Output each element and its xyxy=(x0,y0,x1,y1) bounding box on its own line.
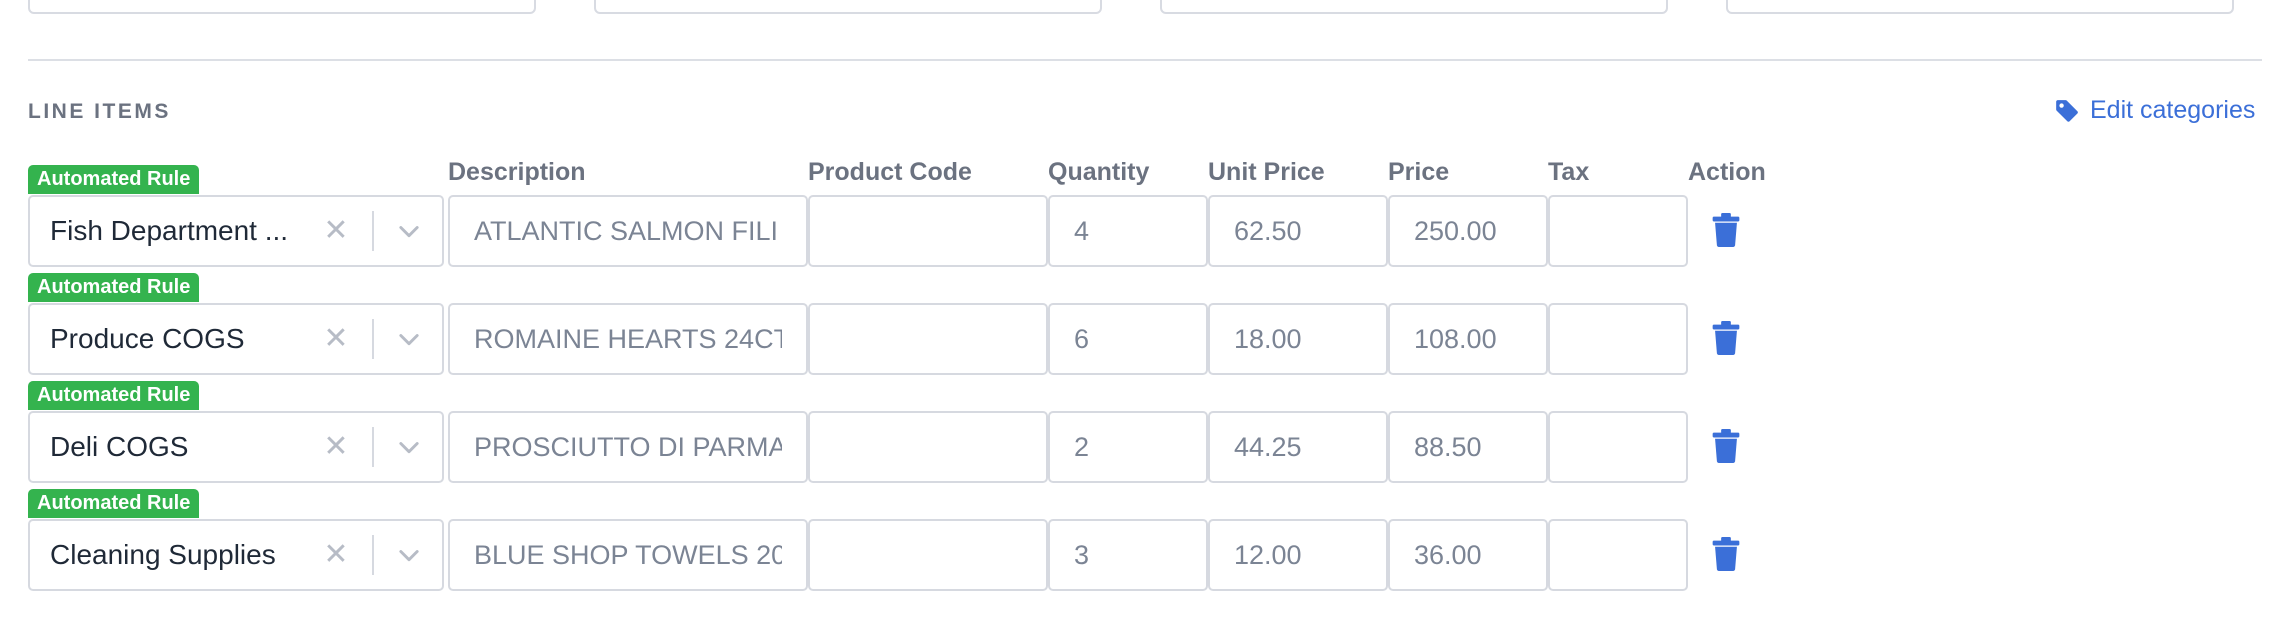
unit-price-field[interactable] xyxy=(1208,195,1388,267)
automated-rule-badge: Automated Rule xyxy=(28,165,200,194)
quantity-field[interactable] xyxy=(1048,519,1208,591)
edit-categories-link[interactable]: Edit categories xyxy=(2054,96,2255,125)
price-field[interactable] xyxy=(1388,411,1548,483)
unit-price-input[interactable] xyxy=(1210,521,1386,589)
trash-icon[interactable] xyxy=(1711,213,1741,247)
description-input[interactable] xyxy=(450,521,806,589)
tax-field[interactable] xyxy=(1548,303,1688,375)
clear-x-icon[interactable]: ✕ xyxy=(320,539,352,571)
quantity-input[interactable] xyxy=(1050,413,1206,481)
tax-input[interactable] xyxy=(1550,197,1686,265)
product-code-field[interactable] xyxy=(808,195,1048,267)
quantity-field[interactable] xyxy=(1048,195,1208,267)
trash-icon[interactable] xyxy=(1711,429,1741,463)
select-separator xyxy=(372,211,374,251)
price-field[interactable] xyxy=(1388,195,1548,267)
category-select[interactable]: Fish Department ... ✕ xyxy=(28,195,444,267)
product-code-input[interactable] xyxy=(810,413,1046,481)
product-code-input[interactable] xyxy=(810,521,1046,589)
section-title: LINE ITEMS xyxy=(28,100,171,123)
unit-price-input[interactable] xyxy=(1210,305,1386,373)
product-code-field[interactable] xyxy=(808,411,1048,483)
category-value: Cleaning Supplies xyxy=(50,539,276,570)
chevron-down-icon[interactable] xyxy=(395,541,423,569)
tax-input[interactable] xyxy=(1550,413,1686,481)
category-select[interactable]: Cleaning Supplies ✕ xyxy=(28,519,444,591)
description-field[interactable] xyxy=(448,195,808,267)
category-value: Deli COGS xyxy=(50,431,189,462)
clear-x-icon[interactable]: ✕ xyxy=(320,323,352,355)
unit-price-field[interactable] xyxy=(1208,303,1388,375)
tax-field[interactable] xyxy=(1548,411,1688,483)
description-input[interactable] xyxy=(450,413,806,481)
top-field-4[interactable] xyxy=(1726,0,2234,14)
unit-price-field[interactable] xyxy=(1208,519,1388,591)
trash-icon[interactable] xyxy=(1711,537,1741,571)
product-code-input[interactable] xyxy=(810,305,1046,373)
description-input[interactable] xyxy=(450,197,806,265)
description-field[interactable] xyxy=(448,411,808,483)
section-divider xyxy=(28,59,2262,61)
select-separator xyxy=(372,319,374,359)
top-field-1[interactable] xyxy=(28,0,536,14)
tax-input[interactable] xyxy=(1550,305,1686,373)
unit-price-input[interactable] xyxy=(1210,197,1386,265)
price-input[interactable] xyxy=(1390,197,1546,265)
automated-rule-badge: Automated Rule xyxy=(28,273,200,302)
edit-categories-label: Edit categories xyxy=(2090,96,2256,124)
tax-input[interactable] xyxy=(1550,521,1686,589)
select-separator xyxy=(372,535,374,575)
top-field-3[interactable] xyxy=(1160,0,1668,14)
chevron-down-icon[interactable] xyxy=(395,433,423,461)
category-select[interactable]: Deli COGS ✕ xyxy=(28,411,444,483)
description-input[interactable] xyxy=(450,305,806,373)
product-code-input[interactable] xyxy=(810,197,1046,265)
line-item-row: Automated Rule Produce COGS ✕ xyxy=(0,273,2290,381)
select-separator xyxy=(372,427,374,467)
category-value: Fish Department ... xyxy=(50,215,289,246)
description-field[interactable] xyxy=(448,519,808,591)
price-field[interactable] xyxy=(1388,303,1548,375)
description-field[interactable] xyxy=(448,303,808,375)
line-item-row: Automated Rule Deli COGS ✕ xyxy=(0,381,2290,489)
tax-field[interactable] xyxy=(1548,519,1688,591)
tag-icon xyxy=(2056,99,2078,122)
line-item-row: Automated Rule Cleaning Supplies ✕ xyxy=(0,489,2290,597)
product-code-field[interactable] xyxy=(808,519,1048,591)
clear-x-icon[interactable]: ✕ xyxy=(320,215,352,247)
chevron-down-icon[interactable] xyxy=(395,325,423,353)
product-code-field[interactable] xyxy=(808,303,1048,375)
quantity-input[interactable] xyxy=(1050,305,1206,373)
price-input[interactable] xyxy=(1390,413,1546,481)
category-select[interactable]: Produce COGS ✕ xyxy=(28,303,444,375)
price-input[interactable] xyxy=(1390,305,1546,373)
top-field-2[interactable] xyxy=(594,0,1102,14)
trash-icon[interactable] xyxy=(1711,321,1741,355)
clear-x-icon[interactable]: ✕ xyxy=(320,431,352,463)
line-item-row: Automated Rule Fish Department ... ✕ xyxy=(0,165,2290,273)
automated-rule-badge: Automated Rule xyxy=(28,381,200,410)
price-field[interactable] xyxy=(1388,519,1548,591)
automated-rule-badge: Automated Rule xyxy=(28,489,200,518)
category-value: Produce COGS xyxy=(50,323,245,354)
quantity-field[interactable] xyxy=(1048,411,1208,483)
price-input[interactable] xyxy=(1390,521,1546,589)
quantity-input[interactable] xyxy=(1050,521,1206,589)
quantity-field[interactable] xyxy=(1048,303,1208,375)
tax-field[interactable] xyxy=(1548,195,1688,267)
quantity-input[interactable] xyxy=(1050,197,1206,265)
unit-price-input[interactable] xyxy=(1210,413,1386,481)
chevron-down-icon[interactable] xyxy=(395,217,423,245)
unit-price-field[interactable] xyxy=(1208,411,1388,483)
